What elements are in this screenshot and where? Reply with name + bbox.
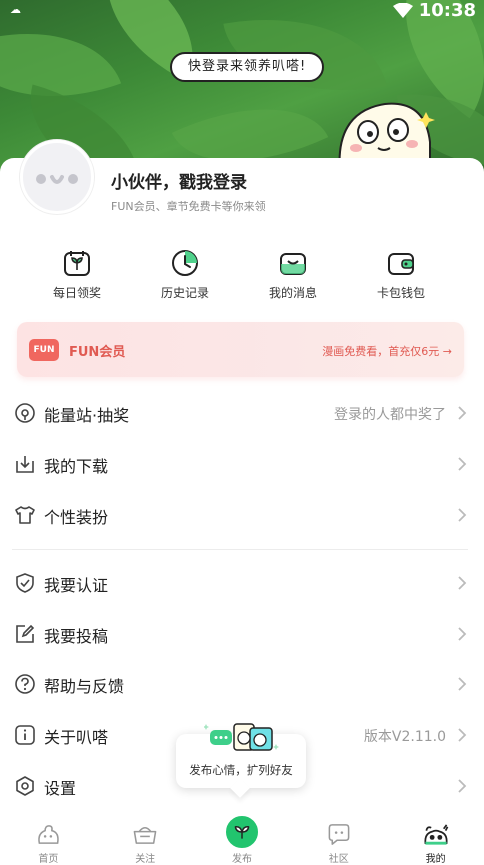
edit-icon	[16, 624, 35, 643]
quick-actions: 每日领奖 历史记录 我的消息 卡包钱包	[0, 248, 484, 308]
tab-follow[interactable]: 关注	[97, 818, 194, 865]
tab-publish[interactable]: 发布	[194, 814, 291, 865]
status-bar: ☁ 10:38	[0, 0, 484, 22]
quick-wallet[interactable]: 卡包钱包	[347, 248, 455, 308]
chevron-right-icon	[458, 576, 467, 590]
tab-profile[interactable]: 我的	[387, 818, 484, 865]
profile-icon	[424, 824, 448, 845]
menu-item-verify[interactable]: 我要认证	[0, 563, 484, 603]
fun-badge: FUN	[29, 339, 59, 361]
shield-check-icon	[16, 573, 34, 593]
download-icon	[16, 456, 34, 473]
publish-illustration-icon	[204, 723, 279, 751]
fun-vip-banner[interactable]: FUN FUN会员 漫画免费看，首充仅6元 →	[17, 322, 464, 377]
chevron-right-icon	[458, 627, 467, 641]
menu-item-lottery[interactable]: 能量站·抽奖 登录的人都中奖了	[0, 393, 484, 433]
vip-promo: 漫画免费看，首充仅6元 →	[322, 345, 452, 358]
chevron-right-icon	[458, 508, 467, 522]
tshirt-icon	[15, 506, 35, 524]
avatar[interactable]	[20, 140, 94, 214]
bottom-tab-bar: 首页 关注 发布 社区 我的	[0, 814, 484, 865]
vip-title: FUN会员	[69, 345, 126, 360]
help-icon	[15, 674, 35, 694]
quick-daily-reward[interactable]: 每日领奖	[23, 248, 131, 308]
lottery-icon	[15, 403, 35, 423]
quick-messages[interactable]: 我的消息	[239, 248, 347, 308]
menu-item-dressup[interactable]: 个性装扮	[0, 495, 484, 535]
chevron-right-icon	[458, 728, 467, 742]
menu-item-help[interactable]: 帮助与反馈	[0, 664, 484, 704]
chevron-right-icon	[458, 677, 467, 691]
settings-icon	[16, 776, 34, 796]
chevron-right-icon	[458, 406, 467, 420]
follow-icon	[133, 827, 157, 844]
publish-button[interactable]	[223, 814, 260, 850]
chevron-right-icon	[458, 457, 467, 471]
history-icon	[172, 250, 198, 276]
publish-tooltip[interactable]: 发布心情，扩列好友	[176, 723, 306, 798]
tab-home[interactable]: 首页	[0, 818, 97, 865]
tab-community[interactable]: 社区	[290, 818, 387, 865]
login-subtitle: FUN会员、章节免费卡等你来领	[111, 200, 266, 213]
home-icon	[38, 825, 60, 844]
notification-icon: ☁	[10, 3, 21, 16]
avatar-face-icon	[36, 174, 78, 184]
menu-item-downloads[interactable]: 我的下载	[0, 444, 484, 484]
menu-item-submit[interactable]: 我要投稿	[0, 614, 484, 654]
community-icon	[328, 824, 350, 845]
info-icon	[15, 725, 35, 745]
daily-reward-icon	[64, 251, 90, 276]
menu-divider	[12, 549, 468, 550]
wifi-icon	[392, 2, 413, 18]
quick-history[interactable]: 历史记录	[131, 248, 239, 308]
status-time: 10:38	[418, 0, 476, 21]
wallet-icon	[388, 253, 414, 275]
chevron-right-icon	[458, 779, 467, 793]
message-icon	[280, 253, 306, 275]
login-username[interactable]: 小伙伴，戳我登录	[111, 168, 247, 193]
publish-icon	[234, 826, 250, 839]
login-prompt-bubble[interactable]: 快登录来领养叭嗒!	[170, 52, 325, 82]
